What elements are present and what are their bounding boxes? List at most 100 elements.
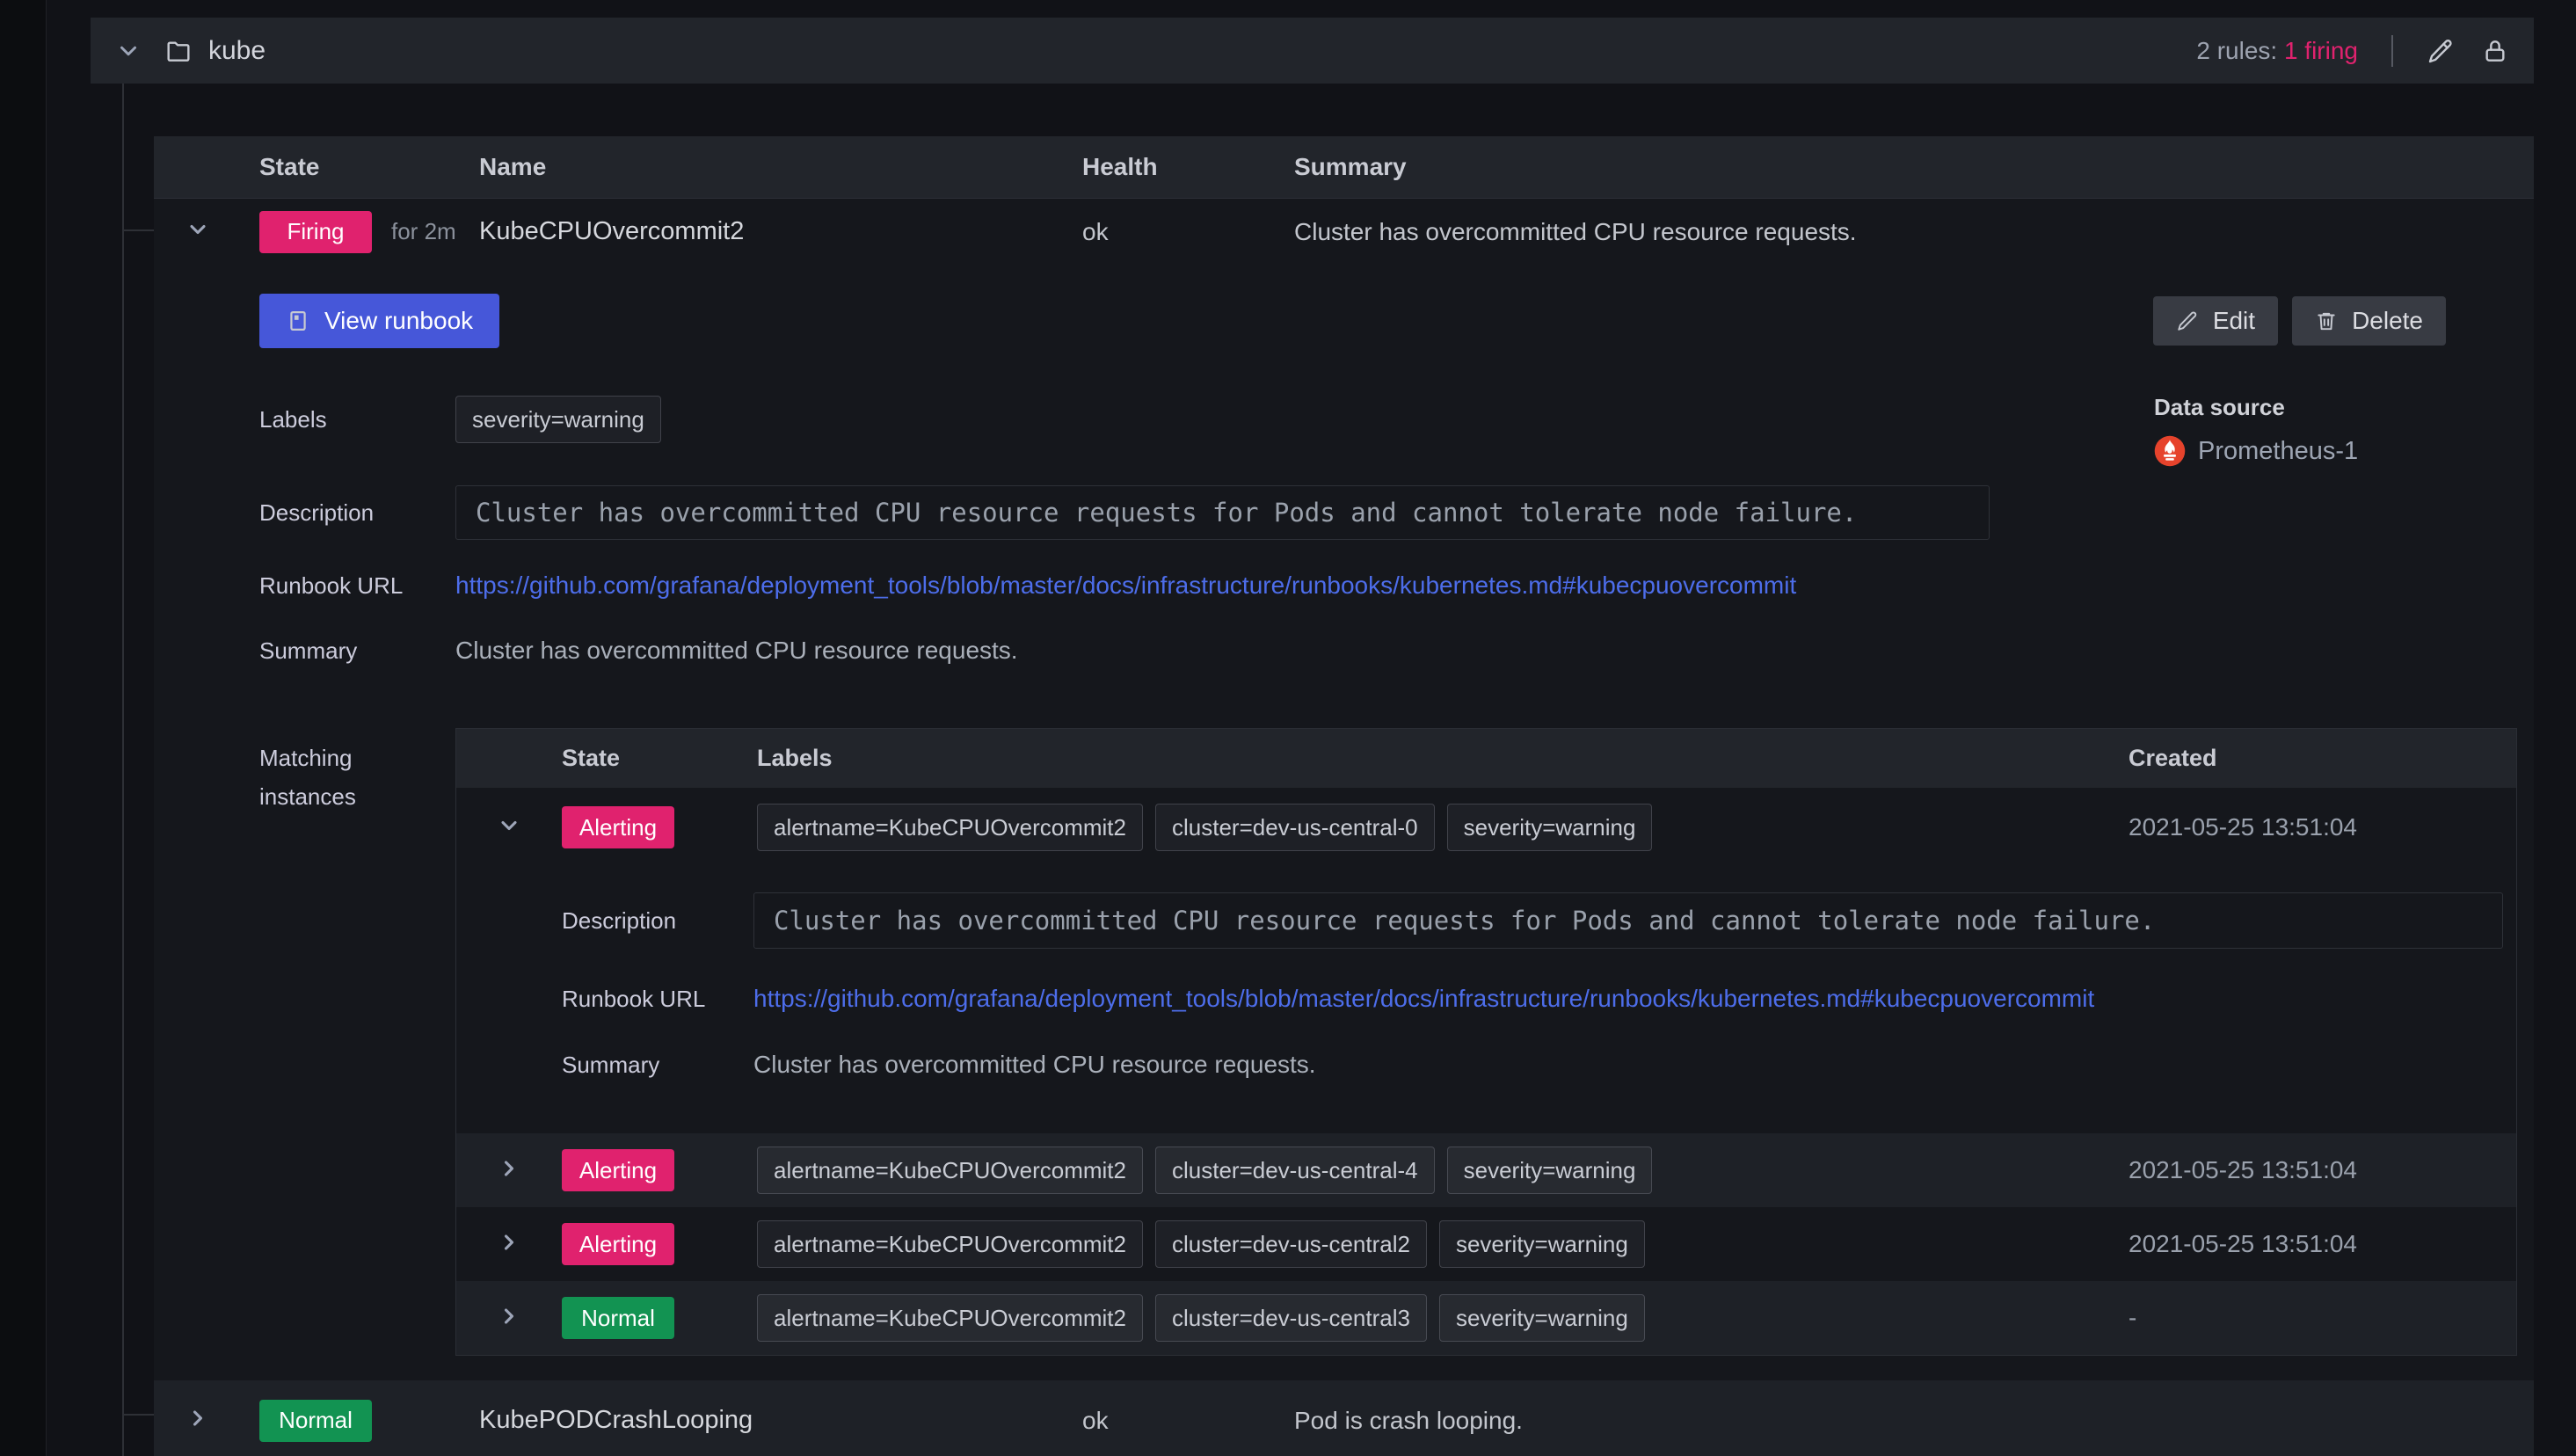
header-divider [2391, 34, 2393, 67]
runbook-url-label: Runbook URL [259, 571, 404, 599]
instance-label-chip: severity=warning [1446, 804, 1653, 851]
edit-group-pencil-icon[interactable] [2427, 37, 2455, 65]
instance-row-dev-us-central-0: Alerting alertname=KubeCPUOvercommit2 cl… [456, 788, 2516, 1133]
instance-expand-chevron-icon[interactable] [497, 1156, 521, 1181]
edit-pencil-icon [2176, 309, 2199, 332]
runbook-url-link[interactable]: https://github.com/grafana/deployment_to… [455, 571, 2534, 600]
group-title: kube [208, 35, 266, 65]
instance-label-chip: alertname=KubeCPUOvercommit2 [757, 1294, 1143, 1342]
instance-row-dev-us-central2[interactable]: Alerting alertname=KubeCPUOvercommit2 cl… [456, 1207, 2516, 1281]
instance-created: 2021-05-25 13:51:04 [2128, 813, 2357, 841]
lock-icon[interactable] [2481, 37, 2509, 65]
instance-expand-chevron-icon[interactable] [497, 1230, 521, 1255]
instances-table: State Labels Created Alerting alertname=… [455, 728, 2517, 1356]
runbook-book-icon [286, 309, 310, 333]
instance-label-chip: severity=warning [1438, 1294, 1645, 1342]
rule-name: KubeCPUOvercommit2 [479, 217, 745, 245]
instance-created: - [2128, 1304, 2137, 1331]
instance-state-badge: Alerting [562, 1223, 674, 1265]
matching-instances-block: Matching instances State Labels Created [154, 728, 2534, 1356]
rule-row-main[interactable]: Firing for 2m KubeCPUOvercommit2 ok Clus… [154, 199, 2534, 265]
runbook-url-label: Runbook URL [562, 985, 706, 1012]
prometheus-icon [2154, 435, 2186, 467]
instance-label-chip: alertname=KubeCPUOvercommit2 [757, 1220, 1143, 1268]
instance-row-dev-us-central-4[interactable]: Alerting alertname=KubeCPUOvercommit2 cl… [456, 1133, 2516, 1207]
instances-col-state: State [562, 745, 621, 771]
rules-col-name: Name [479, 153, 547, 180]
edit-rule-button[interactable]: Edit [2152, 296, 2279, 346]
rule-health: ok [1082, 217, 1109, 245]
instance-label-chip: cluster=dev-us-central-0 [1155, 804, 1435, 851]
instance-runbook-row: Runbook URL https://github.com/grafana/d… [456, 981, 2516, 1016]
instance-description-value: Cluster has overcommitted CPU resource r… [753, 892, 2503, 949]
alert-rule-group-page: kube 2 rules: 1 firing State Name Health… [0, 0, 2576, 1456]
rules-table-header: State Name Health Summary [154, 136, 2534, 199]
group-collapse-chevron-icon[interactable] [115, 38, 142, 64]
instances-table-header: State Labels Created [456, 729, 2516, 788]
rules-col-state: State [259, 153, 320, 180]
instance-row-main[interactable]: Alerting alertname=KubeCPUOvercommit2 cl… [456, 788, 2516, 867]
description-value: Cluster has overcommitted CPU resource r… [455, 485, 1990, 540]
rule-runbook-row: Runbook URL https://github.com/grafana/d… [154, 568, 2534, 603]
rules-col-health: Health [1082, 153, 1158, 180]
rule-summary: Pod is crash looping. [1294, 1406, 1523, 1434]
firing-count: 1 firing [2283, 36, 2358, 64]
datasource-label: Data source [2154, 394, 2285, 420]
instance-expand-chevron-icon[interactable] [497, 1304, 521, 1329]
rule-summary: Cluster has overcommitted CPU resource r… [1294, 217, 1857, 245]
instance-label-chip: cluster=dev-us-central-4 [1155, 1147, 1435, 1194]
rule-health: ok [1082, 1406, 1109, 1434]
instances-col-created: Created [2128, 745, 2217, 771]
instance-label-chip: cluster=dev-us-central3 [1155, 1294, 1427, 1342]
instances-col-labels: Labels [757, 745, 833, 771]
instance-description-row: Description Cluster has overcommitted CP… [456, 892, 2516, 949]
instance-label-chip: cluster=dev-us-central2 [1155, 1220, 1427, 1268]
description-label: Description [562, 906, 677, 934]
label-chip: severity=warning [455, 396, 661, 443]
rule-description-row: Description Cluster has overcommitted CP… [154, 485, 2534, 540]
firing-duration: for 2m [391, 218, 456, 244]
matching-instances-label: Matching instances [259, 745, 356, 810]
rule-summary-row: Summary Cluster has overcommitted CPU re… [154, 633, 2534, 668]
rule-actions-row: View runbook Edit Delete [154, 294, 2534, 348]
labels-label: Labels [259, 405, 327, 433]
instance-runbook-url-link[interactable]: https://github.com/grafana/deployment_to… [753, 985, 2516, 1013]
state-badge-normal: Normal [259, 1399, 372, 1442]
rule-collapse-chevron-icon[interactable] [186, 217, 210, 242]
instance-summary-value: Cluster has overcommitted CPU resource r… [753, 1051, 1316, 1078]
instance-label-chip: alertname=KubeCPUOvercommit2 [757, 1147, 1143, 1194]
instance-row-dev-us-central3[interactable]: Normal alertname=KubeCPUOvercommit2 clus… [456, 1281, 2516, 1355]
instance-state-badge: Alerting [562, 1149, 674, 1191]
rule-expand-chevron-icon[interactable] [186, 1406, 210, 1431]
summary-value: Cluster has overcommitted CPU resource r… [455, 637, 1018, 664]
instance-label-chip: severity=warning [1438, 1220, 1645, 1268]
summary-label: Summary [259, 637, 358, 664]
instance-collapse-chevron-icon[interactable] [497, 813, 521, 838]
rules-table: State Name Health Summary Firing for 2m … [154, 136, 2534, 1456]
rule-name: KubePODCrashLooping [479, 1406, 753, 1434]
group-indent-guide [122, 84, 124, 1456]
instance-label-chip: alertname=KubeCPUOvercommit2 [757, 804, 1143, 851]
instance-summary-row: Summary Cluster has overcommitted CPU re… [456, 1047, 2516, 1082]
rule-group-header[interactable]: kube 2 rules: 1 firing [91, 18, 2534, 84]
instance-created: 2021-05-25 13:51:04 [2128, 1156, 2357, 1183]
summary-label: Summary [562, 1051, 660, 1078]
state-badge-firing: Firing [259, 210, 372, 253]
description-label: Description [259, 499, 375, 526]
rules-col-summary: Summary [1294, 153, 1407, 180]
rule-row-kubecpuovercommit2: Firing for 2m KubeCPUOvercommit2 ok Clus… [154, 199, 2534, 1380]
left-margin-strip [0, 0, 47, 1456]
group-indent-connector-2 [122, 1414, 154, 1416]
folder-icon [164, 37, 193, 65]
view-runbook-button[interactable]: View runbook [259, 294, 500, 348]
rule-row-kubepodcrashlooping[interactable]: Normal KubePODCrashLooping ok Pod is cra… [154, 1380, 2534, 1456]
datasource-name: Prometheus-1 [2198, 436, 2359, 465]
instance-label-chip: severity=warning [1446, 1147, 1653, 1194]
delete-rule-button[interactable]: Delete [2292, 296, 2446, 346]
instance-state-badge: Normal [562, 1297, 674, 1339]
datasource-block: Data source Prometheus-1 [2154, 394, 2358, 467]
instance-state-badge: Alerting [562, 806, 674, 848]
group-rules-summary: 2 rules: 1 firing [2196, 36, 2358, 64]
group-indent-connector-1 [122, 229, 154, 231]
instance-created: 2021-05-25 13:51:04 [2128, 1230, 2357, 1257]
